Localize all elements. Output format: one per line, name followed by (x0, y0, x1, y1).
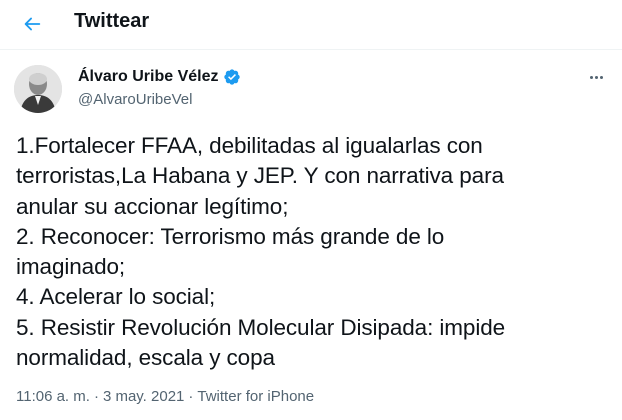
tweet-text-line: anular su accionar legítimo; (16, 193, 289, 219)
top-bar: Twittear (0, 0, 622, 50)
tweet-text-line: 2. Reconocer: Terrorismo más grande de l… (16, 223, 445, 249)
tweet-text-line: 5. Resistir Revolución Molecular Disipad… (16, 314, 506, 340)
more-horizontal-icon (594, 75, 598, 79)
tweet-time[interactable]: 11:06 a. m. (16, 388, 90, 405)
tweet-date[interactable]: 3 may. 2021 (103, 388, 184, 405)
meta-separator: · (93, 388, 99, 405)
back-button[interactable] (14, 6, 50, 42)
meta-separator: · (188, 388, 194, 405)
tweet: Álvaro Uribe Vélez @AlvaroUribeVel 1.For… (0, 51, 622, 420)
avatar-photo (14, 65, 62, 113)
author-handle[interactable]: @AlvaroUribeVel (78, 91, 192, 108)
author-name[interactable]: Álvaro Uribe Vélez (78, 68, 219, 86)
avatar[interactable] (14, 65, 62, 113)
tweet-text-line: 4. Acelerar lo social; (16, 284, 216, 310)
tweet-metadata: 11:06 a. m. · 3 may. 2021 · Twitter for … (16, 388, 314, 405)
tweet-text: 1.Fortalecer FFAA, debilitadas al iguala… (16, 131, 616, 373)
tweet-text-line: normalidad, escala y copa (16, 345, 275, 371)
author-name-row: Álvaro Uribe Vélez (78, 68, 241, 86)
tweet-text-line: imaginado; (16, 254, 126, 280)
tweet-source-link[interactable]: Twitter for iPhone (197, 388, 314, 405)
page-title: Twittear (74, 10, 150, 32)
tweet-text-line: 1.Fortalecer FFAA, debilitadas al iguala… (16, 133, 483, 158)
verified-badge-icon (223, 69, 240, 85)
more-horizontal-icon (599, 75, 603, 79)
more-horizontal-icon (589, 75, 593, 79)
arrow-left-icon (24, 17, 41, 31)
tweet-text-line: terroristas,La Habana y JEP. Y con narra… (16, 163, 504, 189)
more-options-button[interactable] (584, 67, 608, 87)
